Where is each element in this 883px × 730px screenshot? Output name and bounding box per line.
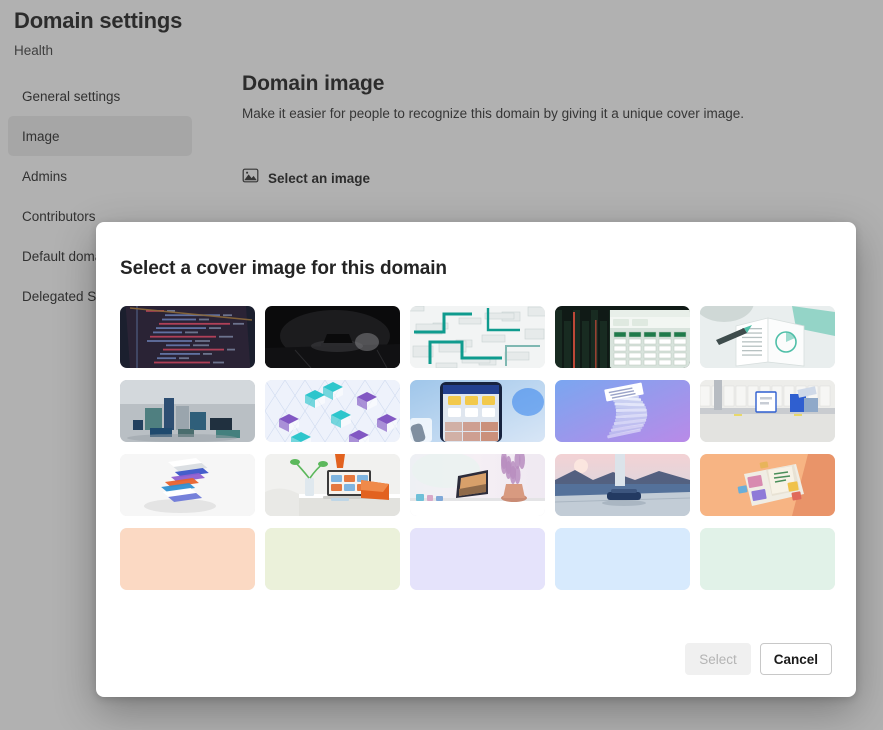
cover-image-grid	[120, 306, 835, 590]
dialog-title: Select a cover image for this domain	[120, 258, 447, 279]
cover-image-tile-solid-mint[interactable]	[700, 528, 835, 590]
select-button[interactable]: Select	[685, 643, 751, 675]
cover-image-tile-stacked-documents-spiral[interactable]	[555, 380, 690, 442]
cover-image-tile-grey-blocks-3d[interactable]	[120, 380, 255, 442]
cover-image-tile-solid-light-green[interactable]	[265, 528, 400, 590]
cover-image-tile-solid-light-blue[interactable]	[555, 528, 690, 590]
cancel-button[interactable]: Cancel	[759, 643, 832, 675]
cover-image-tile-open-notebook-with-pen[interactable]	[700, 306, 835, 368]
cover-image-tile-floating-papers[interactable]	[120, 454, 255, 516]
cover-image-tile-glass-cubes-pattern[interactable]	[265, 380, 400, 442]
cover-image-tile-office-shelf-render[interactable]	[700, 380, 835, 442]
dialog-footer: Select Cancel	[120, 643, 832, 697]
cover-image-tile-orange-desk-magazine[interactable]	[700, 454, 835, 516]
cover-image-tile-solid-lavender[interactable]	[410, 528, 545, 590]
cover-image-tile-dark-laptop-on-desk[interactable]	[265, 306, 400, 368]
cover-image-tile-tablet-with-lavender[interactable]	[410, 454, 545, 516]
cover-image-dialog: Select a cover image for this domain Sel…	[96, 222, 856, 697]
cover-image-tile-code-editor-screen[interactable]	[120, 306, 255, 368]
cover-image-tile-blue-lake-landscape[interactable]	[555, 454, 690, 516]
cover-image-tile-solid-peach[interactable]	[120, 528, 255, 590]
cover-image-tile-teal-circuit-pattern[interactable]	[410, 306, 545, 368]
cover-image-tile-city-lights-spreadsheet[interactable]	[555, 306, 690, 368]
cover-image-tile-desk-with-laptop[interactable]	[265, 454, 400, 516]
cover-image-tile-phone-app-mockup[interactable]	[410, 380, 545, 442]
